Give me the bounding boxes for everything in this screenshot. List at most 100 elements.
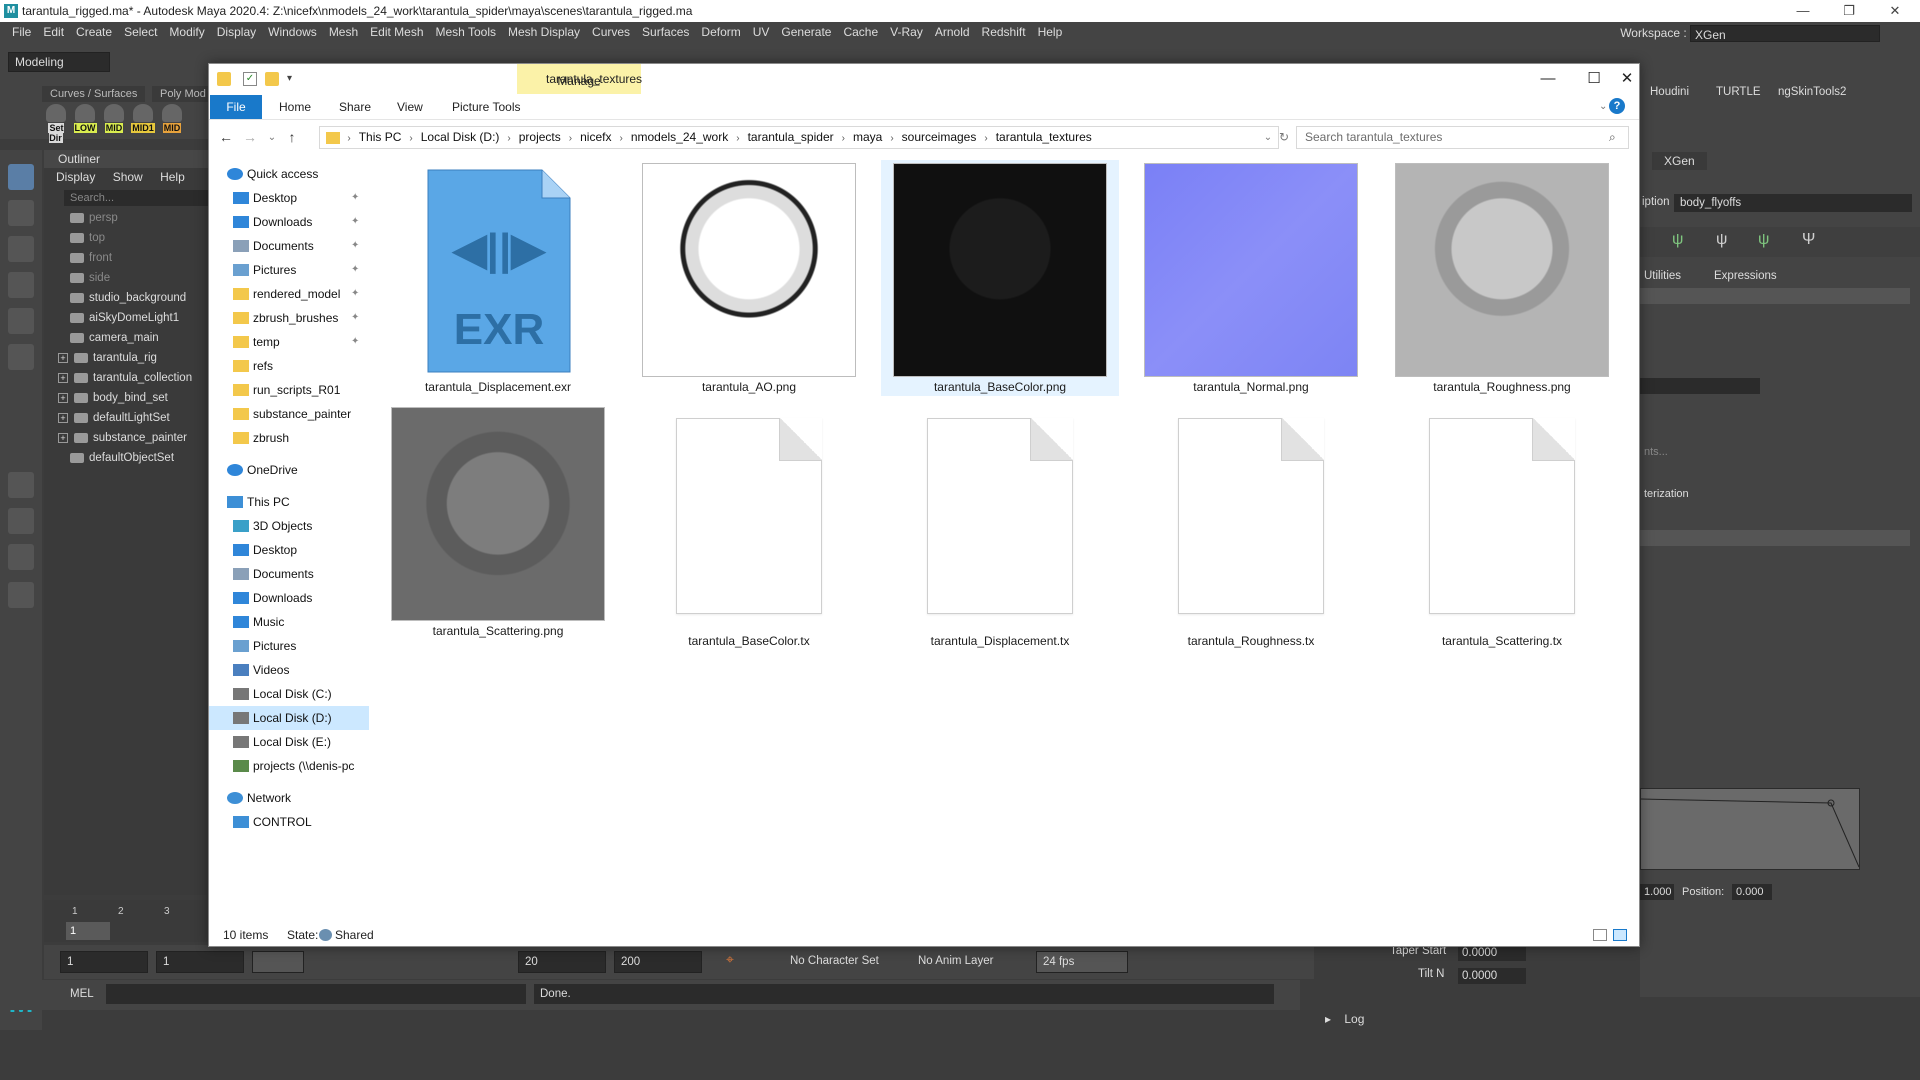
up-arrow-icon[interactable]: ↑ [281,126,303,149]
taper-ramp-graph[interactable] [1640,788,1860,870]
nav-item[interactable]: Pictures ✦ [209,258,369,282]
pin-icon[interactable]: ✦ [351,330,359,354]
fps-dropdown[interactable]: 24 fps [1036,951,1128,973]
ribbon-tab-share[interactable]: Share [339,94,371,120]
breadcrumb-item[interactable]: tarantula_textures [996,130,1092,144]
nav-item[interactable]: 3D Objects [209,514,369,538]
end-time-field[interactable]: 200 [614,951,702,973]
maya-menu-item[interactable]: Cache [837,22,884,43]
ribbon-tab-view[interactable]: View [397,94,423,120]
maya-menu-item[interactable]: Help [1032,22,1069,43]
playback-end-field[interactable]: 20 [518,951,606,973]
breadcrumb-item[interactable]: tarantula_spider [748,130,834,144]
outliner-item[interactable]: defaultObjectSet [44,448,209,468]
close-icon[interactable]: ✕ [1615,64,1639,94]
expand-icon[interactable]: + [58,412,68,423]
pin-icon[interactable]: ✦ [351,306,359,330]
maximize-icon[interactable]: ☐ [1571,64,1617,94]
scale-tool-icon[interactable] [8,344,34,370]
xgen-tab[interactable]: XGen [1652,152,1707,170]
expand-arrow-icon[interactable]: ▸ [1325,1012,1331,1026]
maya-menu-item[interactable]: Redshift [976,22,1032,43]
nav-item[interactable]: substance_painter [209,402,369,426]
breadcrumb-item[interactable]: projects [519,130,561,144]
file-item[interactable]: tarantula_BaseColor.png [881,160,1119,396]
range-handle[interactable] [252,951,304,973]
maya-menu-item[interactable]: Display [211,22,262,43]
nav-item[interactable]: rendered_model ✦ [209,282,369,306]
maya-menu-item[interactable]: Edit [37,22,70,43]
ramp-value-field[interactable]: 1.000 [1640,884,1674,900]
taper-start-field[interactable]: 0.0000 [1458,945,1526,961]
outliner-item[interactable]: side [44,268,209,288]
nav-item[interactable]: refs [209,354,369,378]
outliner-layout-icon[interactable] [8,582,34,608]
nav-item[interactable]: zbrush [209,426,369,450]
breadcrumb-separator-icon[interactable]: › [842,133,845,144]
details-view-icon[interactable] [1593,929,1607,941]
shelf-button[interactable]: LOW [71,104,99,136]
outliner-item[interactable]: persp [44,208,209,228]
properties-icon[interactable]: ✓ [243,72,257,86]
current-frame-marker[interactable]: 1 [66,922,110,940]
character-set-dropdown[interactable]: No Character Set [784,951,904,973]
file-item[interactable]: tarantula_Normal.png [1132,160,1370,396]
nav-item[interactable]: Desktop [209,538,369,562]
outliner-search-input[interactable]: Search... [64,190,209,206]
breadcrumb-item[interactable]: Local Disk (D:) [421,130,500,144]
nav-item[interactable]: Local Disk (E:) [209,730,369,754]
command-input[interactable] [106,984,526,1004]
nav-item[interactable]: Local Disk (C:) [209,682,369,706]
close-icon[interactable]: ✕ [1872,0,1918,22]
nav-item[interactable]: run_scripts_R01 [209,378,369,402]
maya-menu-item[interactable]: Mesh Tools [430,22,502,43]
maya-menu-item[interactable]: Generate [775,22,837,43]
shelf-tab-polymod[interactable]: Poly Mod [152,86,214,102]
outliner-item[interactable]: studio_background [44,288,209,308]
nav-item[interactable]: Documents ✦ [209,234,369,258]
playback-start-field[interactable]: 1 [156,951,244,973]
back-arrow-icon[interactable]: ← [215,126,237,149]
description-dropdown[interactable]: body_flyoffs [1674,194,1912,212]
file-item[interactable]: tarantula_Scattering.png [379,404,617,640]
shelf-button[interactable]: Set Dir [42,104,70,143]
maya-menu-item[interactable]: Surfaces [636,22,695,43]
file-path-field[interactable] [1640,378,1760,394]
workspace-dropdown[interactable]: XGen [1690,25,1880,43]
minimize-icon[interactable]: — [1525,64,1571,94]
expand-icon[interactable]: + [58,352,68,363]
nav-item[interactable]: Pictures [209,634,369,658]
refresh-icon[interactable]: ↻ [1273,126,1295,149]
cut-tool-icon[interactable]: ψ [1758,231,1778,253]
breadcrumb-item[interactable]: maya [853,130,882,144]
layout-four-icon[interactable] [8,508,34,534]
outliner-item[interactable]: + substance_painter [44,428,209,448]
file-item[interactable]: tarantula_AO.png [630,160,868,396]
maya-menu-item[interactable]: UV [747,22,776,43]
nav-item[interactable]: Music [209,610,369,634]
outliner-item[interactable]: + tarantula_rig [44,348,209,368]
nav-item[interactable]: Downloads [209,586,369,610]
nav-item[interactable]: zbrush_brushes ✦ [209,306,369,330]
lasso-tool-icon[interactable] [8,200,34,226]
maya-menu-item[interactable]: V-Ray [884,22,929,43]
outliner-item[interactable]: camera_main [44,328,209,348]
outliner-menu-help[interactable]: Help [160,170,185,184]
breadcrumb-separator-icon[interactable]: › [619,133,622,144]
outliner-menu-display[interactable]: Display [56,170,95,184]
new-folder-icon[interactable] [265,72,279,86]
nav-item[interactable]: Network [209,786,369,810]
nav-item[interactable]: Downloads ✦ [209,210,369,234]
move-tool-icon[interactable] [8,272,34,298]
shelf-button[interactable]: MID [100,104,128,136]
minimize-icon[interactable]: — [1780,0,1826,22]
rotate-tool-icon[interactable] [8,308,34,334]
outliner-item[interactable]: front [44,248,209,268]
breadcrumb-separator-icon[interactable]: › [347,133,350,144]
breadcrumb-separator-icon[interactable]: › [507,133,510,144]
maya-menu-item[interactable]: Mesh [323,22,364,43]
file-item[interactable]: tarantula_BaseColor.tx [630,404,868,648]
breadcrumb-separator-icon[interactable]: › [409,133,412,144]
quick-access-dropdown-icon[interactable]: ▾ [287,72,301,86]
nav-item[interactable]: Local Disk (D:) [209,706,369,730]
